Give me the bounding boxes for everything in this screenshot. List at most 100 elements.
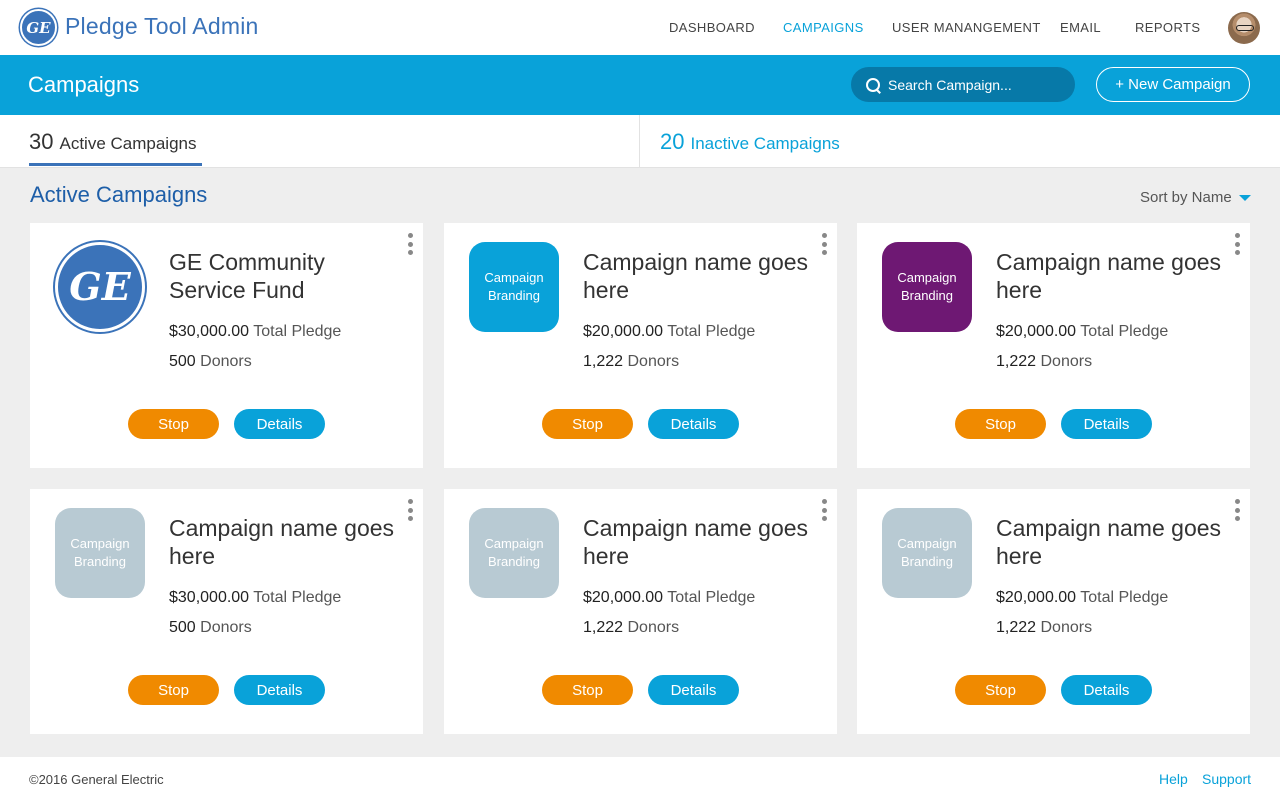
donors-label: Donors <box>1040 619 1093 636</box>
campaign-branding-tile: Campaign Branding <box>882 242 972 332</box>
support-link[interactable]: Support <box>1202 771 1251 787</box>
campaign-card: GE GE Community Service Fund $30,000.00 To… <box>30 223 423 468</box>
nav-user-management[interactable]: USER MANANGEMENT <box>892 20 1041 35</box>
pledge-value: $20,000.00 <box>583 589 664 606</box>
tab-inactive-campaigns[interactable]: 20 Inactive Campaigns <box>660 129 840 155</box>
total-pledge: $20,000.00 Total Pledge <box>583 589 755 607</box>
inactive-count: 20 <box>660 129 685 154</box>
footer: ©2016 General Electric Help Support <box>0 757 1280 800</box>
search-input[interactable] <box>888 76 1068 93</box>
page-title: Campaigns <box>28 72 140 97</box>
donor-count: 500 Donors <box>169 353 252 371</box>
pledge-value: $30,000.00 <box>169 323 250 340</box>
nav-dashboard[interactable]: DASHBOARD <box>669 20 755 35</box>
campaign-card: Campaign Branding Campaign name goes here… <box>857 223 1250 468</box>
campaign-branding-tile: Campaign Branding <box>55 508 145 598</box>
more-options-icon[interactable] <box>406 233 414 255</box>
donors-label: Donors <box>627 619 680 636</box>
details-button[interactable]: Details <box>648 409 739 439</box>
total-pledge: $20,000.00 Total Pledge <box>996 323 1168 341</box>
campaign-name: GE Community Service Fund <box>169 249 325 303</box>
campaign-name: Campaign name goes here <box>583 249 809 303</box>
nav-reports[interactable]: REPORTS <box>1135 20 1200 35</box>
details-button[interactable]: Details <box>1061 675 1152 705</box>
ge-logo-icon: GE <box>55 242 145 332</box>
caret-down-icon <box>1238 194 1251 201</box>
campaign-card: Campaign Branding Campaign name goes here… <box>30 489 423 734</box>
pledge-value: $20,000.00 <box>583 323 664 340</box>
pledge-label: Total Pledge <box>253 323 342 340</box>
donor-count: 1,222 Donors <box>583 353 679 371</box>
page-header: Campaigns + New Campaign <box>0 55 1280 115</box>
donors-value: 500 <box>169 353 196 370</box>
pledge-label: Total Pledge <box>1080 323 1169 340</box>
total-pledge: $30,000.00 Total Pledge <box>169 323 341 341</box>
tab-active-campaigns[interactable]: 30 Active Campaigns <box>29 129 197 155</box>
pledge-label: Total Pledge <box>667 323 756 340</box>
section-title: Active Campaigns <box>30 182 208 207</box>
ge-logo-icon[interactable]: GE <box>20 9 57 46</box>
campaign-name: Campaign name goes here <box>996 249 1222 303</box>
user-avatar[interactable] <box>1228 12 1260 44</box>
details-button[interactable]: Details <box>648 675 739 705</box>
pledge-label: Total Pledge <box>667 589 756 606</box>
more-options-icon[interactable] <box>820 499 828 521</box>
campaign-name: Campaign name goes here <box>996 515 1222 569</box>
inactive-label: Inactive Campaigns <box>690 134 840 153</box>
pledge-value: $30,000.00 <box>169 589 250 606</box>
campaign-card: Campaign Branding Campaign name goes here… <box>444 223 837 468</box>
donor-count: 1,222 Donors <box>583 619 679 637</box>
donors-label: Donors <box>1040 353 1093 370</box>
details-button[interactable]: Details <box>1061 409 1152 439</box>
app-title: Pledge Tool Admin <box>65 13 259 39</box>
details-button[interactable]: Details <box>234 675 325 705</box>
pledge-label: Total Pledge <box>1080 589 1169 606</box>
donors-label: Donors <box>627 353 680 370</box>
campaign-name: Campaign name goes here <box>169 515 395 569</box>
active-label: Active Campaigns <box>59 134 197 153</box>
pledge-value: $20,000.00 <box>996 323 1077 340</box>
donors-value: 500 <box>169 619 196 636</box>
donors-value: 1,222 <box>583 619 624 636</box>
stop-button[interactable]: Stop <box>955 409 1046 439</box>
campaign-branding-tile: Campaign Branding <box>469 508 559 598</box>
nav-email[interactable]: EMAIL <box>1060 20 1101 35</box>
donor-count: 1,222 Donors <box>996 619 1092 637</box>
donor-count: 500 Donors <box>169 619 252 637</box>
total-pledge: $30,000.00 Total Pledge <box>169 589 341 607</box>
stop-button[interactable]: Stop <box>128 675 219 705</box>
campaign-card: Campaign Branding Campaign name goes here… <box>444 489 837 734</box>
active-count: 30 <box>29 129 54 154</box>
sort-dropdown[interactable]: Sort by Name <box>1140 189 1251 206</box>
total-pledge: $20,000.00 Total Pledge <box>996 589 1168 607</box>
campaign-branding-tile: Campaign Branding <box>469 242 559 332</box>
top-navbar: GE Pledge Tool Admin DASHBOARD CAMPAIGNS… <box>0 0 1280 55</box>
more-options-icon[interactable] <box>406 499 414 521</box>
tab-divider <box>639 115 640 168</box>
donors-label: Donors <box>200 619 252 636</box>
copyright-text: ©2016 General Electric <box>29 772 164 787</box>
stop-button[interactable]: Stop <box>542 409 633 439</box>
campaign-card: Campaign Branding Campaign name goes here… <box>857 489 1250 734</box>
nav-campaigns[interactable]: CAMPAIGNS <box>783 20 864 35</box>
stop-button[interactable]: Stop <box>955 675 1046 705</box>
more-options-icon[interactable] <box>1233 499 1241 521</box>
campaign-branding-tile: Campaign Branding <box>882 508 972 598</box>
stop-button[interactable]: Stop <box>128 409 219 439</box>
campaign-name: Campaign name goes here <box>583 515 809 569</box>
donors-label: Donors <box>200 353 252 370</box>
search-icon <box>865 77 881 93</box>
more-options-icon[interactable] <box>1233 233 1241 255</box>
total-pledge: $20,000.00 Total Pledge <box>583 323 755 341</box>
active-tab-indicator <box>29 163 202 166</box>
help-link[interactable]: Help <box>1159 771 1188 787</box>
stop-button[interactable]: Stop <box>542 675 633 705</box>
donor-count: 1,222 Donors <box>996 353 1092 371</box>
new-campaign-button[interactable]: + New Campaign <box>1096 67 1250 102</box>
campaign-tabs: 30 Active Campaigns 20 Inactive Campaign… <box>0 115 1280 168</box>
more-options-icon[interactable] <box>820 233 828 255</box>
sort-label: Sort by Name <box>1140 189 1232 206</box>
search-box[interactable] <box>851 67 1075 102</box>
details-button[interactable]: Details <box>234 409 325 439</box>
pledge-value: $20,000.00 <box>996 589 1077 606</box>
